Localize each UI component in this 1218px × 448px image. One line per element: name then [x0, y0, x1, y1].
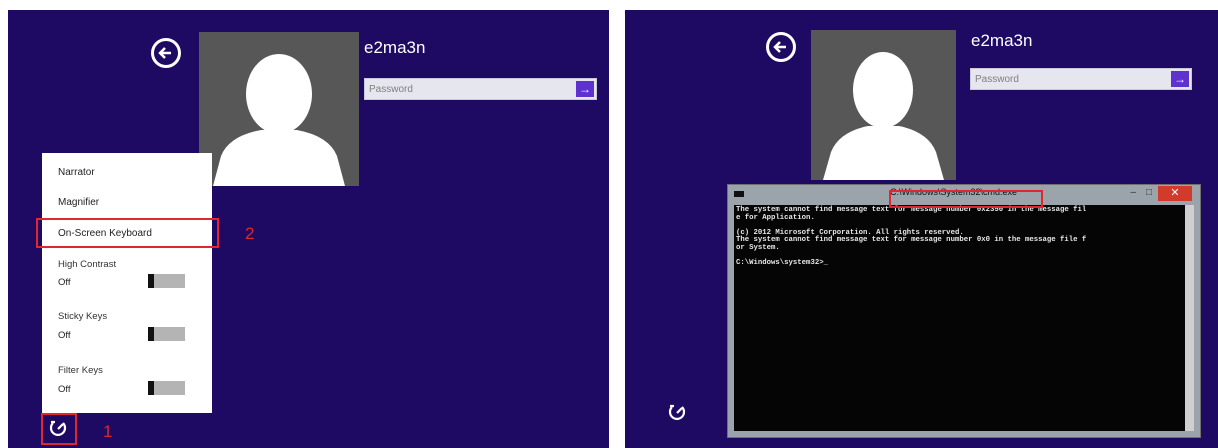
- menu-item-magnifier[interactable]: Magnifier: [58, 197, 99, 208]
- minimize-button[interactable]: –: [1130, 187, 1136, 198]
- ease-of-access-icon[interactable]: [48, 419, 68, 444]
- high-contrast-label: High Contrast: [58, 259, 117, 270]
- console-line: The system cannot find message text for …: [736, 236, 1087, 245]
- password-field[interactable]: →: [970, 68, 1192, 90]
- username-label: e2ma3n: [364, 38, 426, 57]
- user-avatar: [199, 32, 359, 186]
- highlight-cmd-title: [889, 190, 1043, 208]
- cmd-window[interactable]: C:\Windows\System32\cmd.exe – □ ✕ The sy…: [727, 184, 1201, 438]
- sticky-keys-label: Sticky Keys: [58, 311, 108, 322]
- highlight-on-screen-keyboard: [36, 218, 219, 248]
- console-prompt: C:\Windows\system32>_: [736, 259, 828, 268]
- left-login-screen: e2ma3n → Narrator Magnifier On-Screen Ke…: [8, 10, 609, 448]
- console-line: e for Application.: [736, 213, 815, 222]
- right-login-screen: e2ma3n → C:\Windows\System32\cmd.exe – □…: [625, 10, 1218, 448]
- cmd-output: The system cannot find message text for …: [734, 205, 1194, 270]
- ease-of-access-icon[interactable]: [667, 403, 687, 428]
- maximize-button[interactable]: □: [1146, 187, 1152, 198]
- high-contrast-value: Off: [58, 277, 71, 288]
- user-silhouette-icon: [823, 52, 944, 180]
- submit-arrow-button[interactable]: →: [576, 81, 594, 97]
- close-button[interactable]: ✕: [1158, 186, 1192, 201]
- console-line: or System.: [736, 243, 780, 252]
- password-input[interactable]: [971, 69, 1191, 90]
- sticky-keys-value: Off: [58, 330, 71, 341]
- ease-of-access-menu: Narrator Magnifier On-Screen Keyboard Hi…: [42, 153, 212, 413]
- sticky-keys-toggle[interactable]: [148, 327, 185, 341]
- menu-item-narrator[interactable]: Narrator: [58, 167, 95, 178]
- cmd-console[interactable]: The system cannot find message text for …: [734, 205, 1194, 431]
- back-arrow-icon[interactable]: [151, 38, 181, 68]
- username-label: e2ma3n: [971, 31, 1033, 50]
- password-input[interactable]: [365, 79, 596, 100]
- back-arrow-icon[interactable]: [766, 32, 796, 62]
- callout-step-1: 1: [103, 422, 113, 441]
- password-field[interactable]: →: [364, 78, 597, 100]
- cmd-app-icon: [734, 191, 744, 197]
- cmd-scrollbar[interactable]: [1185, 205, 1194, 431]
- filter-keys-toggle[interactable]: [148, 381, 185, 395]
- submit-arrow-button[interactable]: →: [1171, 71, 1189, 87]
- user-avatar: [811, 30, 956, 180]
- callout-step-2: 2: [245, 224, 255, 243]
- filter-keys-label: Filter Keys: [58, 365, 103, 376]
- filter-keys-value: Off: [58, 384, 71, 395]
- user-silhouette-icon: [213, 54, 345, 186]
- high-contrast-toggle[interactable]: [148, 274, 185, 288]
